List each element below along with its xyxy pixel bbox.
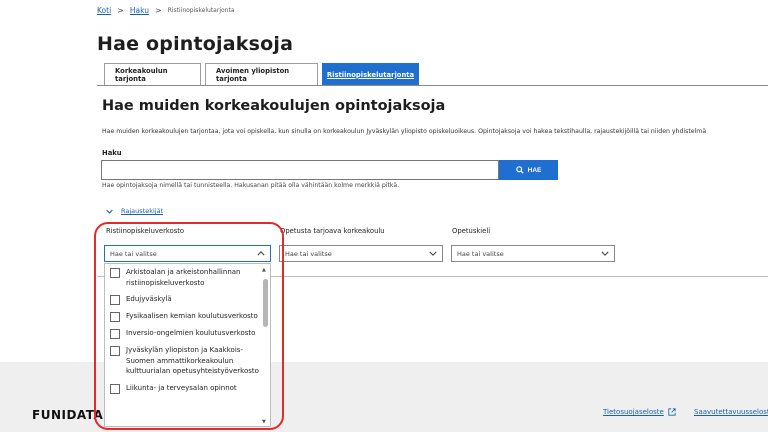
accessibility-link[interactable]: Saavutettavuusseloste: [694, 408, 768, 416]
tab-bar: Korkeakoulun tarjonta Avoimen yliopiston…: [104, 63, 419, 85]
network-select[interactable]: Hae tai valitse: [104, 245, 271, 262]
dropdown-option-label: Fysikaalisen kemian koulutusverkosto: [126, 312, 258, 320]
breadcrumb: Koti > Haku > Ristiinopiskelutarjonta: [97, 6, 235, 15]
scrollbar-thumb[interactable]: [263, 279, 268, 327]
filters-toggle-label: Rajaustekijät: [121, 207, 164, 215]
school-select-placeholder: Hae tai valitse: [285, 249, 332, 258]
dropdown-option-label: Edujyväskylä: [126, 295, 172, 303]
checkbox[interactable]: [110, 346, 120, 356]
search-help-text: Hae opintojaksoja nimellä tai tunnisteel…: [102, 182, 400, 189]
language-select[interactable]: Hae tai valitse: [451, 245, 615, 262]
section-intro: Hae muiden korkeakoulujen tarjontaa, jot…: [102, 128, 707, 135]
dropdown-option[interactable]: Jyväskylän yliopiston ja Kaakkois-Suomen…: [105, 342, 270, 380]
chevron-down-icon: [429, 251, 437, 256]
breadcrumb-search-link[interactable]: Haku: [130, 6, 149, 15]
dropdown-option[interactable]: Inversio-ongelmien koulutusverkosto: [105, 325, 270, 342]
dropdown-option[interactable]: Arkistoalan ja arkeistonhallinnan ristii…: [105, 264, 270, 291]
network-dropdown-list: Arkistoalan ja arkeistonhallinnan ristii…: [104, 263, 271, 427]
checkbox[interactable]: [110, 295, 120, 305]
privacy-link[interactable]: Tietosuojaseloste: [603, 408, 676, 416]
checkbox[interactable]: [110, 329, 120, 339]
network-select-placeholder: Hae tai valitse: [110, 249, 157, 258]
school-filter-label: Opetusta tarjoava korkeakoulu: [280, 227, 385, 235]
external-link-icon: [668, 408, 676, 416]
funidata-logo: FUNIDATA: [32, 408, 104, 422]
language-filter-label: Opetuskieli: [452, 227, 491, 235]
checkbox[interactable]: [110, 268, 120, 278]
dropdown-option[interactable]: Fysikaalisen kemian koulutusverkosto: [105, 308, 270, 325]
dropdown-option-label: Inversio-ongelmien koulutusverkosto: [126, 329, 256, 337]
search-label: Haku: [102, 149, 122, 157]
page-title: Hae opintojaksoja: [97, 33, 294, 55]
school-select[interactable]: Hae tai valitse: [279, 245, 443, 262]
dropdown-scrollbar[interactable]: ▲ ▼: [262, 267, 268, 425]
tab-ristiinopiskelutarjonta[interactable]: Ristiinopiskelutarjonta: [322, 63, 419, 85]
scroll-down-icon[interactable]: ▼: [262, 419, 266, 425]
search-button-label: HAE: [527, 166, 542, 174]
dropdown-option-label: Jyväskylän yliopiston ja Kaakkois-Suomen…: [126, 346, 259, 375]
chevron-right-icon: >: [154, 6, 162, 15]
language-select-placeholder: Hae tai valitse: [457, 249, 504, 258]
network-filter-label: Ristiinopiskeluverkosto: [106, 227, 185, 235]
checkbox[interactable]: [110, 312, 120, 322]
filters-toggle[interactable]: Rajaustekijät: [106, 207, 163, 215]
checkbox[interactable]: [110, 383, 120, 394]
search-button[interactable]: HAE: [499, 160, 558, 180]
dropdown-option-label: Liikunta- ja terveysalan opinnot: [126, 383, 237, 392]
chevron-down-icon: [106, 209, 113, 214]
chevron-down-icon: [601, 251, 609, 256]
search-input[interactable]: [101, 160, 499, 180]
dropdown-option-label: Arkistoalan ja arkeistonhallinnan ristii…: [126, 268, 241, 287]
tab-korkeakoulun-tarjonta[interactable]: Korkeakoulun tarjonta: [104, 63, 201, 85]
chevron-right-icon: >: [117, 6, 124, 15]
chevron-up-icon: [257, 251, 265, 256]
breadcrumb-home-link[interactable]: Koti: [97, 6, 111, 15]
dropdown-option[interactable]: Liikunta- ja terveysalan opinnot: [105, 380, 270, 397]
dropdown-option[interactable]: Edujyväskylä: [105, 291, 270, 308]
breadcrumb-current: Ristiinopiskelutarjonta: [167, 7, 235, 14]
search-icon: [515, 166, 524, 174]
scroll-up-icon[interactable]: ▲: [262, 267, 266, 273]
section-title: Hae muiden korkeakoulujen opintojaksoja: [102, 98, 446, 114]
tab-divider: [97, 85, 768, 86]
privacy-link-label: Tietosuojaseloste: [603, 408, 664, 416]
tab-avoimen-yliopiston-tarjonta[interactable]: Avoimen yliopiston tarjonta: [205, 63, 318, 85]
